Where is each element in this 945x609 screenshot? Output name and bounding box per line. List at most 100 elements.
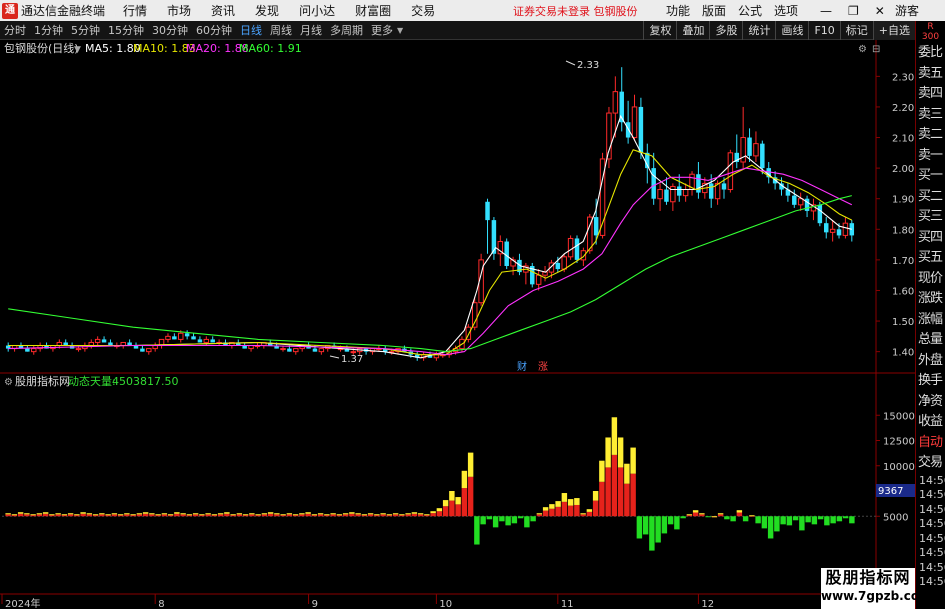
volume-bar-up: [305, 513, 311, 517]
candle-body: [172, 336, 177, 340]
overlay-button[interactable]: 叠加: [676, 21, 709, 40]
period-tab-5min[interactable]: 5分钟: [71, 22, 100, 38]
volume-bar-up: [367, 514, 374, 517]
volume-bar-up: [467, 476, 474, 517]
volume-bar-up: [405, 514, 411, 517]
candle-body: [747, 137, 752, 156]
restore-rights-button[interactable]: 复权: [643, 21, 676, 40]
f10-button[interactable]: F10: [808, 21, 839, 40]
period-tab-intraday[interactable]: 分时: [4, 22, 26, 38]
volume-bar-cap: [449, 491, 455, 501]
volume-bar-up: [380, 514, 386, 517]
volume-bar-up: [549, 508, 555, 517]
restore-icon[interactable]: ❐: [848, 4, 859, 18]
menu-options[interactable]: 选项: [774, 2, 798, 19]
period-tab-1min[interactable]: 1分钟: [34, 22, 63, 38]
period-tab-15min[interactable]: 15分钟: [108, 22, 144, 38]
y-tick-label: 1.50: [892, 317, 914, 328]
draw-line-button[interactable]: 画线: [775, 21, 808, 40]
volume-bar-cap: [30, 514, 36, 516]
settings-gear-icon[interactable]: ⚙: [858, 44, 867, 55]
menu-trade[interactable]: 交易: [411, 2, 435, 19]
period-toolbar: 分时 1分钟 5分钟 15分钟 30分钟 60分钟 日线 周线 月线 多周期 更…: [0, 21, 915, 40]
volume-bar-cap: [461, 470, 468, 489]
y-tick-label: 12500: [883, 437, 915, 448]
volume-bar-up: [124, 514, 130, 517]
chevron-down-icon[interactable]: ▼: [397, 26, 403, 35]
period-tab-more[interactable]: 更多: [371, 22, 393, 38]
mark-button[interactable]: 标记: [839, 21, 873, 40]
volume-bar-cap: [74, 514, 80, 516]
menu-layout[interactable]: 版面: [702, 2, 726, 19]
menu-market[interactable]: 市场: [167, 2, 191, 19]
period-tab-daily[interactable]: 日线: [240, 22, 262, 38]
volume-bar-down: [774, 516, 780, 532]
y-tick-label: 1.70: [892, 256, 914, 267]
menu-wealth[interactable]: 财富圈: [355, 2, 391, 19]
menu-news[interactable]: 资讯: [211, 2, 235, 19]
guest-label[interactable]: 游客: [895, 2, 919, 19]
menu-quotes[interactable]: 行情: [123, 2, 147, 19]
volume-bar-cap: [261, 513, 268, 515]
period-tab-60min[interactable]: 60分钟: [196, 22, 232, 38]
candle-body: [612, 91, 619, 114]
volume-bar-cap: [586, 509, 593, 512]
volume-bar-down: [824, 516, 830, 526]
login-status[interactable]: 证券交易未登录 包钢股份: [513, 3, 638, 19]
minimize-icon[interactable]: —: [820, 4, 832, 18]
volume-bar-up: [80, 513, 86, 517]
close-icon[interactable]: ✕: [875, 4, 885, 18]
auto-trade-label[interactable]: 自动: [916, 433, 945, 454]
indicator-line-label: 动态天量:: [68, 375, 116, 388]
volume-bar-down: [642, 516, 649, 535]
indicator-settings-icon[interactable]: ⚙: [4, 377, 13, 388]
volume-bar-up: [717, 514, 724, 517]
volume-bar-cap: [299, 513, 305, 515]
period-tab-multi[interactable]: 多周期: [330, 22, 363, 38]
menu-discover[interactable]: 发现: [255, 2, 279, 19]
add-watchlist-button[interactable]: +自选: [872, 21, 915, 40]
y-tick-label: 1.40: [892, 348, 914, 359]
period-tab-30min[interactable]: 30分钟: [152, 22, 188, 38]
volume-bar-down: [486, 516, 493, 520]
candle-body: [350, 351, 357, 354]
volume-bar-up: [299, 514, 305, 517]
menu-formula[interactable]: 公式: [738, 2, 762, 19]
statistics-button[interactable]: 统计: [742, 21, 775, 40]
volume-bar-up: [611, 454, 618, 517]
menu-function[interactable]: 功能: [666, 2, 690, 19]
quote-row-label: 买二: [918, 188, 943, 204]
volume-bar-up: [455, 504, 461, 517]
candle-body: [574, 238, 580, 260]
volume-bar-cap: [605, 437, 611, 468]
low-price-pointer: [329, 355, 340, 359]
candle-body: [797, 198, 804, 206]
period-tab-monthly[interactable]: 月线: [300, 22, 322, 38]
volume-bar-down: [661, 516, 668, 534]
limit-up-badge[interactable]: 涨: [538, 361, 548, 373]
y-tick-label: 5000: [883, 512, 908, 523]
trade-label[interactable]: 交易: [916, 453, 945, 474]
finance-badge[interactable]: 财: [517, 360, 527, 373]
quote-row-label: 买三: [918, 209, 943, 224]
dropdown-icon[interactable]: ▼: [74, 45, 81, 55]
candle-body: [140, 348, 145, 352]
volume-bar-cap: [580, 513, 586, 515]
tick-time: 14:56: [919, 517, 945, 530]
candle-body: [677, 186, 682, 196]
volume-bar-cap: [80, 512, 86, 514]
menu-ask[interactable]: 问小达: [299, 2, 335, 19]
tick-time: 14:56: [919, 560, 945, 574]
volume-bar-down: [680, 516, 686, 519]
volume-bar-cap: [442, 500, 449, 507]
chart-area[interactable]: 1.40 1.50 1.60 1.70 1.80 1.90 2.00 2.10 2.20 2.30…: [0, 40, 915, 609]
volume-bar-cap: [11, 514, 18, 516]
period-tab-weekly[interactable]: 周线: [270, 22, 292, 38]
volume-bar-up: [249, 514, 255, 517]
quote-row-label: 卖二: [918, 127, 943, 142]
multi-stock-button[interactable]: 多股: [709, 21, 742, 40]
volume-bar-up: [5, 514, 11, 517]
volume-bar-down: [817, 516, 824, 520]
volume-bar-cap: [574, 498, 580, 505]
collapse-icon[interactable]: ⊟: [872, 44, 880, 55]
